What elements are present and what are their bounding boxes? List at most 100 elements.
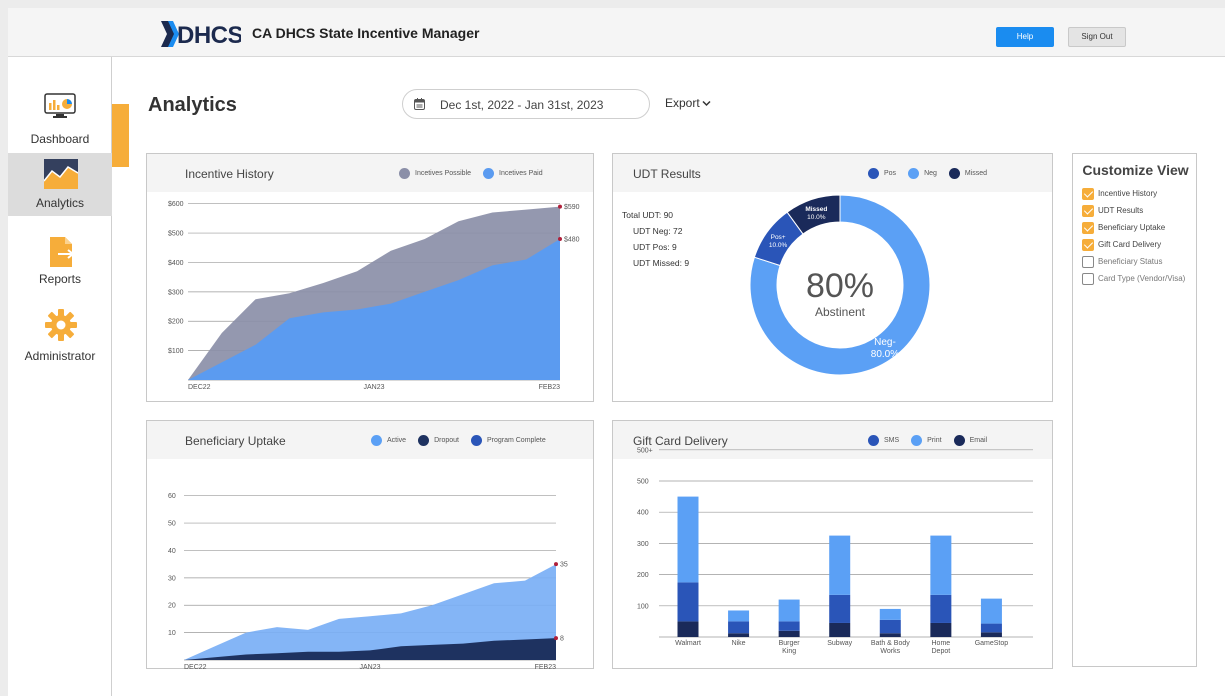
help-button[interactable]: Help bbox=[996, 27, 1054, 47]
slice-value-label: 80.0% bbox=[871, 349, 899, 360]
option-label: Gift Card Delivery bbox=[1098, 240, 1162, 249]
option-label: Beneficiary Status bbox=[1098, 257, 1163, 266]
option-label: Card Type (Vendor/Visa) bbox=[1098, 274, 1186, 283]
nav-administrator[interactable]: Administrator bbox=[8, 309, 112, 371]
x-tick-label: Walmart bbox=[675, 640, 701, 647]
x-tick-label: Works bbox=[880, 648, 900, 655]
chevron-down-icon bbox=[702, 101, 711, 107]
option-incentive-history[interactable]: Incentive History bbox=[1082, 185, 1185, 202]
series-end-point bbox=[554, 562, 558, 567]
customize-view-title: Customize View bbox=[1082, 162, 1189, 178]
bar-segment-print bbox=[829, 535, 851, 595]
y-tick-label: 500 bbox=[637, 479, 649, 486]
beneficiary-uptake-chart: 10 20 30 40 50 60 35 8 DEC22 JAN23 FEB23 bbox=[168, 493, 568, 670]
y-tick-label: $100 bbox=[168, 348, 184, 355]
checkbox-unchecked[interactable] bbox=[1082, 272, 1094, 285]
slice-value-label: 10.0% bbox=[807, 214, 826, 221]
series-end-label: 35 bbox=[560, 562, 568, 569]
y-tick-label: $600 bbox=[168, 201, 184, 208]
page-title: Analytics bbox=[148, 94, 237, 116]
bar-segment-email bbox=[930, 622, 952, 637]
bar-segment-print bbox=[980, 598, 1002, 624]
y-tick-label: 400 bbox=[637, 510, 649, 517]
y-tick-label: 60 bbox=[168, 493, 176, 500]
donut-center-value: 80% bbox=[806, 267, 874, 305]
svg-text:DHCS: DHCS bbox=[177, 22, 241, 47]
slice-name-label: Neg- bbox=[874, 337, 896, 348]
slice-name-label: Pos+ bbox=[771, 234, 786, 241]
option-card-type[interactable]: Card Type (Vendor/Visa) bbox=[1082, 270, 1185, 287]
bar-segment-print bbox=[930, 535, 952, 595]
sidebar-nav: Dashboard Analytics Reports Administrato… bbox=[8, 57, 112, 696]
bar-segment-sms bbox=[829, 594, 851, 623]
bar-segment-print bbox=[728, 610, 750, 622]
option-label: UDT Results bbox=[1098, 206, 1144, 215]
option-beneficiary-status[interactable]: Beneficiary Status bbox=[1082, 253, 1185, 270]
bar-segment-email bbox=[677, 621, 699, 637]
bar-segment-sms bbox=[879, 619, 901, 634]
donut-center-label: Abstinent bbox=[815, 305, 866, 319]
x-tick-label: FEB23 bbox=[535, 664, 557, 670]
x-tick-label: DEC22 bbox=[188, 384, 211, 391]
option-gift-card-delivery[interactable]: Gift Card Delivery bbox=[1082, 236, 1185, 253]
bar-segment-print bbox=[879, 608, 901, 620]
nav-label-reports: Reports bbox=[38, 272, 82, 286]
checkbox-unchecked[interactable] bbox=[1082, 255, 1094, 268]
customize-view-panel: Customize View Incentive History UDT Res… bbox=[1072, 153, 1197, 667]
y-tick-label: 200 bbox=[637, 572, 649, 579]
date-range-text: Dec 1st, 2022 - Jan 31st, 2023 bbox=[440, 98, 604, 112]
x-tick-label: GameStop bbox=[975, 640, 1009, 647]
app-window: DHCS CA DHCS State Incentive Manager Hel… bbox=[8, 8, 1225, 696]
y-tick-label: 300 bbox=[637, 541, 649, 548]
incentive-history-panel: Incentive History Incetives Possible Inc… bbox=[146, 153, 594, 402]
y-tick-label: $400 bbox=[168, 260, 184, 267]
checkbox-checked[interactable] bbox=[1082, 187, 1094, 200]
active-nav-indicator bbox=[112, 104, 129, 167]
checkbox-checked[interactable] bbox=[1082, 204, 1094, 217]
date-range-picker[interactable]: Dec 1st, 2022 - Jan 31st, 2023 bbox=[402, 89, 650, 119]
udt-results-panel: UDT Results Pos Neg Missed Total UDT: 90… bbox=[612, 153, 1053, 402]
y-tick-label: $500 bbox=[168, 231, 184, 238]
option-beneficiary-uptake[interactable]: Beneficiary Uptake bbox=[1082, 219, 1185, 236]
app-title: CA DHCS State Incentive Manager bbox=[252, 25, 480, 41]
bar-segment-sms bbox=[980, 623, 1002, 633]
nav-analytics[interactable]: Analytics bbox=[8, 153, 112, 216]
area-chart-icon bbox=[44, 159, 78, 189]
bar-segment-sms bbox=[930, 594, 952, 623]
export-dropdown[interactable]: Export bbox=[665, 96, 711, 110]
x-tick-label: Nike bbox=[732, 640, 746, 647]
slice-name-label: Missed bbox=[805, 206, 827, 213]
udt-donut-chart: Missed10.0%Neg-80.0%Pos+10.0%80%Abstinen… bbox=[749, 194, 931, 376]
bar-segment-sms bbox=[728, 621, 750, 634]
y-tick-label: 500+ bbox=[637, 447, 653, 454]
calendar-icon bbox=[414, 98, 425, 110]
bar-segment-email bbox=[829, 622, 851, 637]
x-tick-label: King bbox=[782, 648, 796, 655]
dhcs-logo: DHCS bbox=[161, 21, 241, 47]
x-tick-label: Subway bbox=[827, 640, 852, 647]
top-header: DHCS CA DHCS State Incentive Manager Hel… bbox=[8, 8, 1225, 57]
customize-options: Incentive History UDT Results Beneficiar… bbox=[1082, 185, 1185, 287]
x-tick-label: JAN23 bbox=[363, 384, 384, 391]
sign-out-button[interactable]: Sign Out bbox=[1068, 27, 1126, 47]
nav-reports[interactable]: Reports bbox=[8, 237, 112, 295]
y-tick-label: 10 bbox=[168, 630, 176, 637]
export-label: Export bbox=[665, 96, 700, 110]
checkbox-checked[interactable] bbox=[1082, 221, 1094, 234]
bar-segment-email bbox=[778, 630, 800, 637]
bar-segment-email bbox=[728, 633, 750, 637]
y-tick-label: 20 bbox=[168, 603, 176, 610]
x-tick-label: Home bbox=[932, 640, 951, 647]
bar-segment-sms bbox=[677, 582, 699, 622]
x-tick-label: Burger bbox=[779, 640, 801, 647]
bar-segment-sms bbox=[778, 621, 800, 631]
y-tick-label: 40 bbox=[168, 548, 176, 555]
option-udt-results[interactable]: UDT Results bbox=[1082, 202, 1185, 219]
nav-dashboard[interactable]: Dashboard bbox=[8, 89, 112, 153]
checkbox-checked[interactable] bbox=[1082, 238, 1094, 251]
nav-label-analytics: Analytics bbox=[35, 196, 85, 210]
y-tick-label: 50 bbox=[168, 521, 176, 528]
y-tick-label: 30 bbox=[168, 575, 176, 582]
incentive-history-chart: $100 $200 $300 $400 $500 $600 $590 $480 DEC22 JAN… bbox=[168, 201, 580, 391]
series-end-label: $590 bbox=[564, 204, 580, 211]
